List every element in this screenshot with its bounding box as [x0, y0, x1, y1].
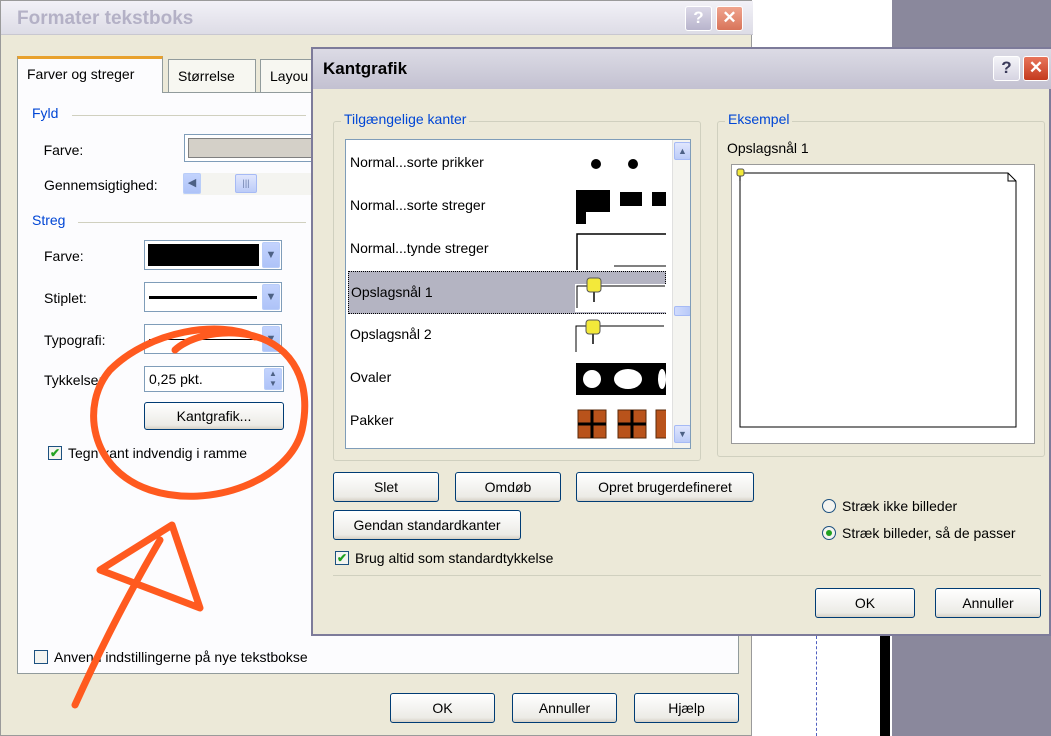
radio-stretch-fit-label: Stræk billeder, så de passer	[842, 525, 1016, 541]
ovals-preview	[576, 363, 666, 395]
weight-input[interactable]: 0,25 pkt. ▲ ▼	[144, 366, 284, 392]
dashes-preview	[576, 190, 666, 226]
scroll-down-icon[interactable]: ▼	[674, 425, 690, 443]
list-item[interactable]: Normal...sorte prikker	[348, 142, 666, 185]
packages-preview	[577, 409, 666, 439]
title-bar: Formater tekstboks ? ✕	[1, 1, 753, 35]
dash-label: Stiplet:	[44, 290, 87, 306]
weight-label: Tykkelse:	[44, 372, 103, 388]
border-art-button[interactable]: Kantgrafik...	[144, 402, 284, 430]
tab-size[interactable]: Størrelse	[168, 59, 256, 93]
scroll-up-icon[interactable]: ▲	[674, 142, 690, 160]
fill-group-label: Fyld	[32, 105, 59, 121]
list-item[interactable]: Normal...tynde streger	[348, 228, 666, 271]
help-button[interactable]: Hjælp	[634, 693, 739, 723]
ok-button[interactable]: OK	[815, 588, 915, 618]
style-label: Typografi:	[44, 332, 106, 348]
always-default-label: Brug altid som standardtykkelse	[355, 550, 554, 566]
dash-select[interactable]: ▼	[144, 282, 282, 312]
apply-new-label: Anvend indstillingerne på nye tekstbokse	[54, 649, 308, 665]
draw-inside-label: Tegn kant indvendig i ramme	[68, 445, 247, 461]
page-margin-line	[816, 636, 817, 736]
listbox-scrollbar[interactable]: ▲ ▼	[672, 140, 690, 448]
list-item-selected[interactable]: Opslagsnål 1	[348, 271, 667, 314]
dialog-title: Kantgrafik	[323, 59, 408, 78]
list-item[interactable]: Normal...sorte streger	[348, 185, 666, 228]
pushpin-icon	[575, 319, 664, 352]
chevron-down-icon[interactable]: ▼	[262, 284, 280, 310]
help-icon[interactable]: ?	[993, 56, 1020, 81]
line-color-select[interactable]: ▼	[144, 240, 282, 270]
slider-thumb[interactable]: |||	[235, 174, 257, 193]
preview-name: Opslagsnål 1	[727, 140, 809, 156]
preview-area	[731, 164, 1035, 444]
list-item[interactable]: Ovaler	[348, 357, 666, 400]
thin-lines-preview	[576, 233, 666, 270]
title-bar: Kantgrafik ? ✕	[313, 49, 1051, 89]
radio-no-stretch[interactable]	[822, 499, 836, 513]
radio-stretch-fit[interactable]	[822, 526, 836, 540]
apply-new-checkbox[interactable]	[34, 650, 48, 664]
divider	[72, 115, 306, 116]
dialog-title: Formater tekstboks	[17, 8, 194, 29]
scroll-thumb[interactable]	[674, 306, 690, 316]
help-icon[interactable]: ?	[685, 6, 712, 31]
scroll-left-icon[interactable]: ◀	[183, 173, 201, 194]
cancel-button[interactable]: Annuller	[935, 588, 1041, 618]
list-item[interactable]: Pakker	[348, 400, 666, 443]
border-art-dialog: Kantgrafik ? ✕ Tilgængelige kanter Norma…	[311, 47, 1051, 636]
draw-inside-checkbox[interactable]: ✔	[48, 446, 62, 460]
page-edge	[880, 636, 890, 736]
transparency-slider[interactable]: ◀ |||	[183, 173, 323, 195]
close-icon[interactable]: ✕	[716, 6, 743, 31]
divider	[78, 222, 306, 223]
dots-preview	[591, 159, 638, 169]
always-default-checkbox[interactable]: ✔	[335, 551, 349, 565]
radio-no-stretch-label: Stræk ikke billeder	[842, 498, 958, 514]
tab-colors-lines[interactable]: Farver og streger	[17, 56, 163, 93]
chevron-down-icon[interactable]: ▼	[262, 326, 280, 352]
borders-listbox[interactable]: Normal...sorte prikker Normal...sorte st…	[345, 139, 691, 449]
divider	[333, 575, 1041, 576]
cancel-button[interactable]: Annuller	[512, 693, 617, 723]
line-group-label: Streg	[32, 212, 66, 228]
preview-group-label: Eksempel	[725, 111, 793, 127]
spinner-icon[interactable]: ▲ ▼	[264, 368, 282, 390]
fill-color-label: FFarve:	[43, 142, 84, 158]
style-select[interactable]: ▼	[144, 324, 282, 354]
restore-defaults-button[interactable]: Gendan standardkanter	[333, 510, 521, 540]
line-color-label: Farve:	[44, 248, 84, 264]
pushpin-icon	[575, 277, 667, 312]
close-icon[interactable]: ✕	[1023, 56, 1049, 81]
fill-color-label-text: Farve:	[43, 142, 84, 158]
delete-button[interactable]: Slet	[333, 472, 439, 502]
fill-color-select[interactable]	[184, 134, 324, 162]
weight-value: 0,25 pkt.	[149, 371, 203, 387]
ok-button[interactable]: OK	[390, 693, 495, 723]
preview-border	[736, 168, 1017, 428]
chevron-down-icon[interactable]: ▼	[262, 242, 280, 268]
available-borders-label: Tilgængelige kanter	[341, 111, 470, 127]
transparency-label: Gennemsigtighed:	[44, 177, 158, 193]
create-custom-button[interactable]: Opret brugerdefineret	[576, 472, 754, 502]
list-item[interactable]: Opslagsnål 2	[348, 314, 666, 357]
rename-button[interactable]: Omdøb	[455, 472, 561, 502]
